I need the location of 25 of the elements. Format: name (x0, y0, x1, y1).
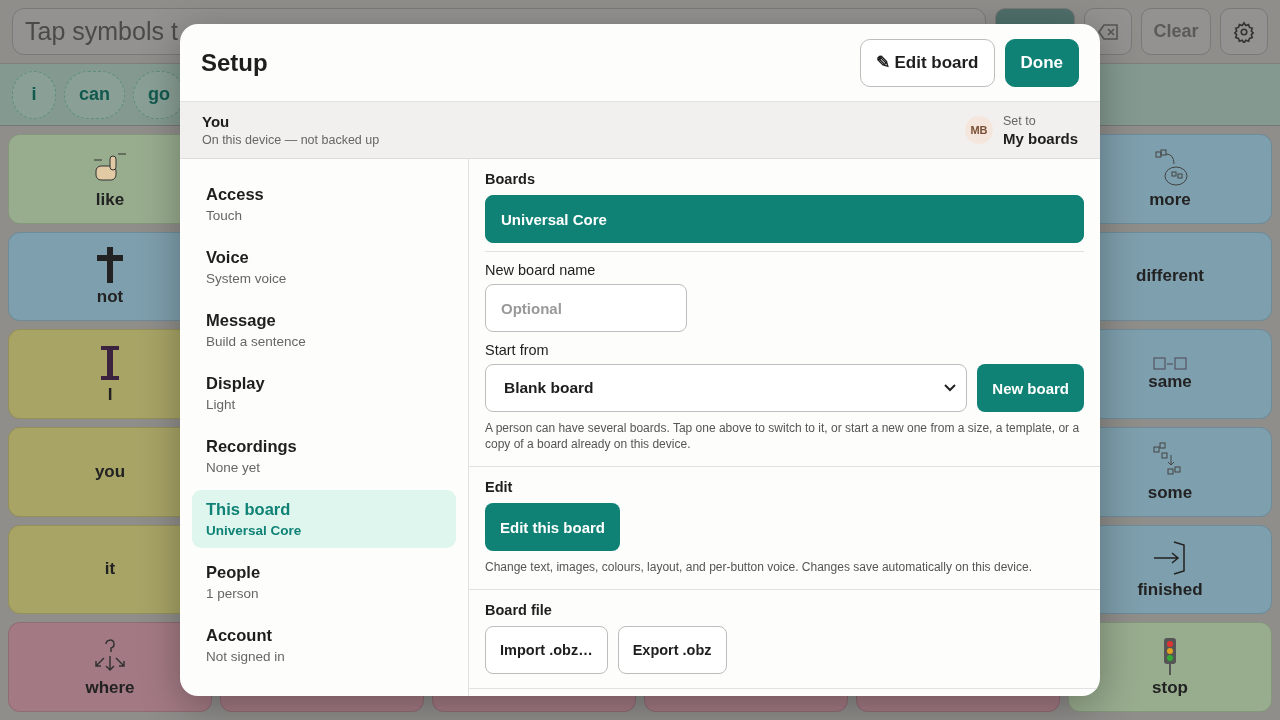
field-label: Start from (485, 342, 549, 358)
settings-nav-item[interactable]: This board Universal Core (192, 490, 456, 548)
squares-equal-icon (1153, 356, 1187, 370)
settings-icon (1233, 20, 1255, 43)
file-button[interactable]: Import .obz… (485, 626, 608, 674)
field-label: New board name (485, 262, 596, 278)
chevron-down-icon (944, 384, 957, 392)
profile-name: You (202, 113, 231, 130)
help-text: Change text, images, colours, layout, and per-button voice. Changes save automatically on this device. (485, 559, 1032, 575)
done-button[interactable]: Done (1004, 38, 1079, 87)
file-button[interactable]: Export .obz (617, 626, 727, 674)
board-name-input[interactable]: Optional (485, 284, 687, 332)
settings-button[interactable] (1220, 8, 1268, 55)
start-from-select[interactable]: Blank board (485, 364, 968, 412)
set-to-label: Set to (1003, 113, 1037, 128)
edit-this-board-button[interactable]: Edit this board (485, 503, 620, 551)
edit-board-button[interactable]: ✎ Edit board (859, 38, 995, 87)
section-heading: Edit (485, 479, 513, 495)
dialog-title: Setup (201, 48, 269, 77)
section-heading: Boards (485, 171, 535, 187)
new-board-button[interactable]: New board (977, 364, 1084, 412)
section-heading: Board file (485, 602, 552, 618)
board-item[interactable]: Universal Core (485, 195, 1084, 243)
backspace-icon (1098, 23, 1118, 40)
avatar: MB (965, 116, 993, 144)
